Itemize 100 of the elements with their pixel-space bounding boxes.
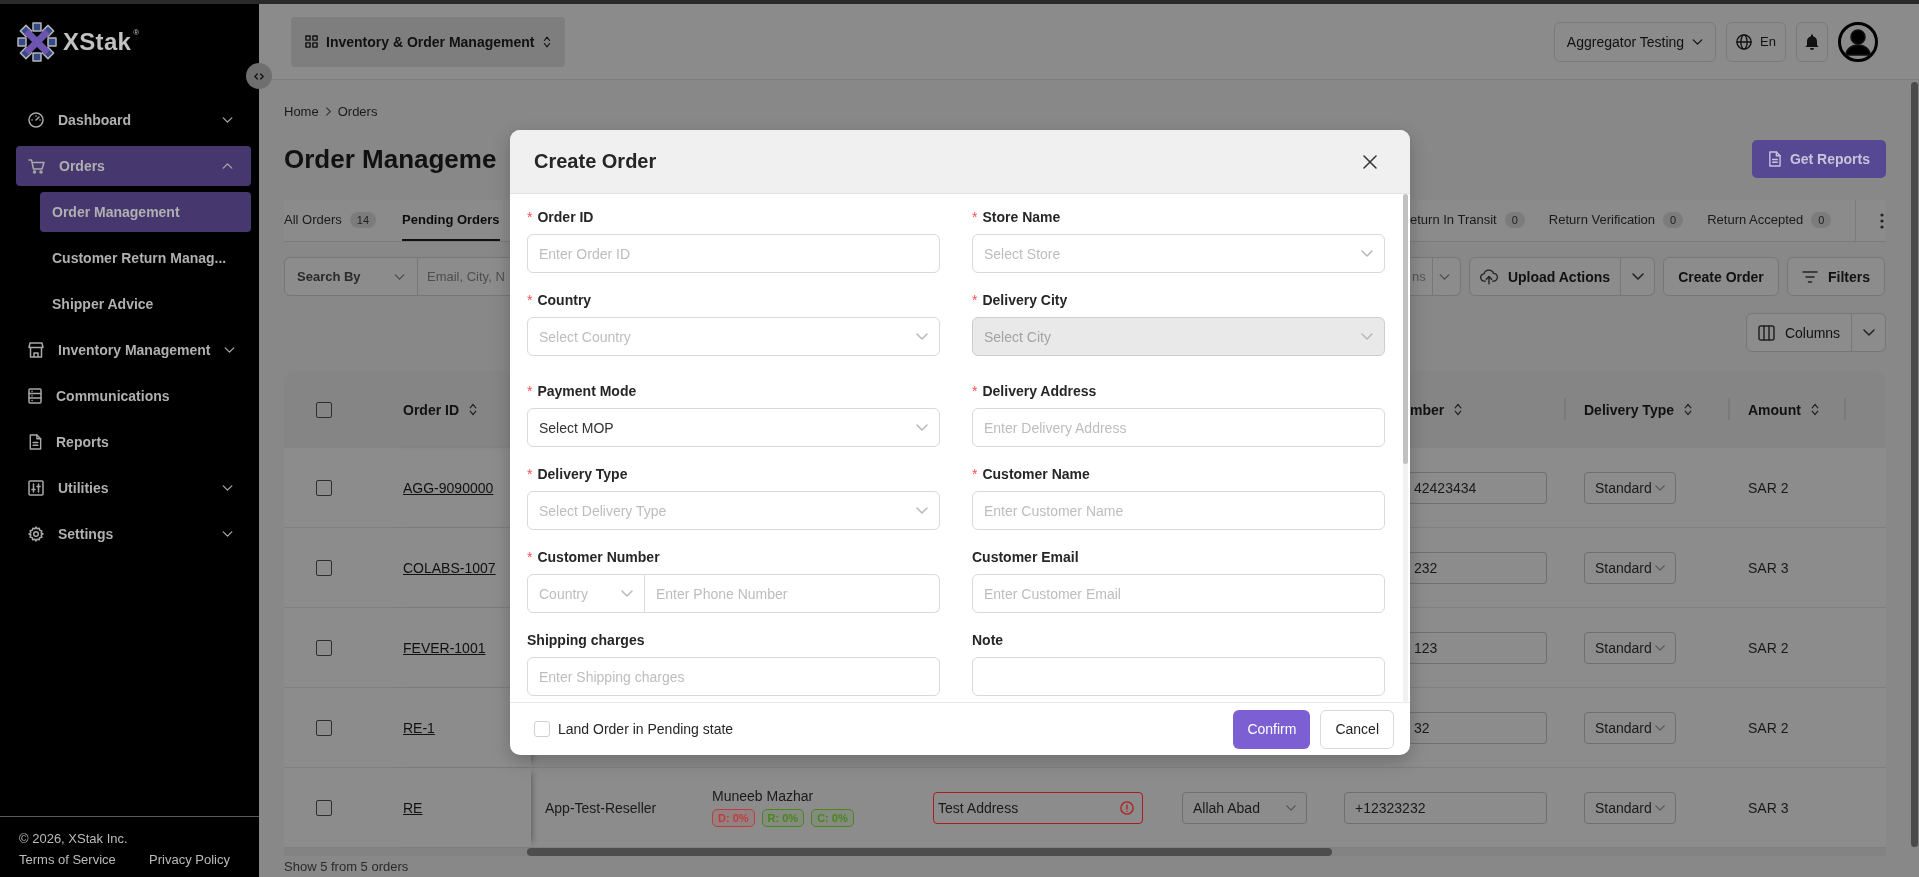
search-by-select[interactable]: Search By	[284, 257, 418, 296]
columns-icon	[1757, 324, 1775, 341]
trademark-symbol: ®	[133, 28, 140, 37]
sidebar-item[interactable]: Customer Return Manag...	[40, 238, 251, 278]
tab[interactable]: Pending Orders	[402, 200, 500, 241]
checkbox[interactable]	[316, 799, 332, 816]
count-badge: 0	[1504, 211, 1525, 228]
order-id-link[interactable]: AGG-9090000	[403, 479, 494, 496]
footer-link[interactable]: Privacy Policy	[149, 852, 230, 867]
language-button[interactable]: En	[1726, 21, 1786, 62]
checkbox[interactable]	[316, 639, 332, 656]
close-icon	[1363, 154, 1377, 169]
delivery-type-select[interactable]: Standard	[1584, 631, 1676, 664]
input-field[interactable]: Enter Customer Name	[972, 491, 1385, 530]
order-id-link[interactable]: RE	[403, 799, 423, 816]
notifications-button[interactable]	[1796, 21, 1828, 62]
phone-field[interactable]: 42423434	[1410, 471, 1547, 504]
sidebar-item[interactable]: Orders	[16, 146, 251, 186]
table-cell: SAR 3	[1748, 799, 1789, 816]
breadcrumb-link[interactable]: Home	[284, 103, 319, 119]
select-field[interactable]: Select MOP	[527, 408, 940, 447]
reports-button[interactable]: Get Reports	[1751, 140, 1886, 178]
confirm-button[interactable]: Confirm	[1233, 709, 1311, 749]
order-id-link[interactable]: FEVER-1001	[403, 639, 486, 656]
chevron-down-icon	[1361, 250, 1373, 257]
user-avatar-icon[interactable]	[1838, 21, 1878, 62]
field-label: Customer Number	[537, 549, 660, 565]
delivery-type-select[interactable]: Standard	[1584, 551, 1676, 584]
sidebar-item[interactable]: Dashboard	[16, 100, 251, 140]
checkbox[interactable]	[316, 479, 332, 496]
order-id-link[interactable]: COLABS-1007	[403, 559, 496, 576]
list-icon	[28, 388, 42, 404]
chevron-right-icon	[325, 106, 331, 116]
city-select[interactable]: Allah Abad	[1182, 791, 1307, 824]
checkbox[interactable]	[316, 401, 332, 418]
search-field[interactable]: Email, City, N	[418, 257, 510, 296]
required-asterisk: *	[527, 549, 533, 565]
create-order-button[interactable]: Create Order	[1663, 257, 1779, 296]
order-id-link[interactable]: RE-1	[403, 719, 435, 736]
up-down-chevron-icon	[542, 35, 551, 48]
chevron-down-icon	[916, 333, 928, 340]
scrollbar-thumb[interactable]	[527, 848, 1332, 856]
modal-title: Create Order	[534, 150, 657, 173]
phone-field[interactable]: 32	[1410, 711, 1547, 744]
sliders-icon	[28, 480, 44, 496]
sidebar-item[interactable]: Settings	[16, 514, 251, 554]
column-header[interactable]: mber	[1410, 401, 1463, 418]
delivery-type-select[interactable]: Standard	[1584, 711, 1676, 744]
input-field[interactable]: Enter Customer Email	[972, 574, 1385, 613]
phone-field[interactable]: 232	[1410, 551, 1547, 584]
column-header[interactable]: Amount	[1748, 401, 1819, 418]
sidebar-item[interactable]: Communications	[16, 376, 251, 416]
address-field[interactable]: Test Address	[933, 791, 1143, 824]
chevron-down-icon	[1692, 38, 1704, 45]
filters-button[interactable]: Filters	[1787, 257, 1885, 296]
dropdown-toggle-button[interactable]	[1852, 313, 1886, 352]
input-field[interactable]: Enter Phone Number	[645, 574, 940, 613]
sidebar-item[interactable]: Shipper Advice	[40, 284, 251, 324]
tab[interactable]: Return Verification 0	[1548, 200, 1684, 241]
phone-field[interactable]: 123	[1410, 631, 1547, 664]
filter-icon	[1802, 270, 1818, 283]
scrollbar-thumb[interactable]	[1403, 194, 1408, 464]
more-menu-icon[interactable]	[1880, 212, 1885, 229]
column-header[interactable]: Order ID	[403, 401, 477, 418]
tab[interactable]: eturn In Transit 0	[1410, 200, 1525, 241]
dropdown-toggle-button[interactable]	[1621, 257, 1655, 296]
sidebar-item[interactable]: Utilities	[16, 468, 251, 508]
chevron-down-icon	[1286, 804, 1296, 811]
input-field[interactable]: Enter Order ID	[527, 234, 940, 273]
account-dropdown[interactable]: Aggregator Testing	[1553, 21, 1717, 62]
error-icon	[1120, 800, 1134, 815]
chevron-down-icon	[1631, 273, 1644, 280]
checkbox[interactable]	[316, 719, 332, 736]
required-asterisk: *	[972, 383, 978, 399]
columns-button[interactable]: Columns	[1746, 313, 1852, 352]
tab[interactable]: Return Accepted 0	[1707, 200, 1832, 241]
field-label: Delivery City	[982, 292, 1068, 308]
chevron-down-icon	[1655, 564, 1665, 571]
input-field[interactable]: Enter Shipping charges	[527, 657, 940, 696]
sidebar-item[interactable]: Reports	[16, 422, 251, 462]
scrollbar-thumb[interactable]	[1911, 82, 1918, 847]
textarea-field[interactable]	[972, 657, 1385, 696]
input-field[interactable]: Enter Delivery Address	[972, 408, 1385, 447]
sort-icon	[1810, 403, 1819, 416]
upload-actions-button[interactable]: Upload Actions	[1469, 257, 1621, 296]
sidebar-item[interactable]: Order Management	[40, 192, 251, 232]
sidebar-item[interactable]: Inventory Management	[16, 330, 251, 370]
cancel-button[interactable]: Cancel	[1320, 709, 1394, 749]
checkbox[interactable]	[316, 559, 332, 576]
cart-icon	[28, 158, 45, 174]
tab[interactable]: All Orders 14	[284, 200, 377, 241]
column-header[interactable]: Delivery Type	[1584, 401, 1692, 418]
required-asterisk: *	[527, 292, 533, 308]
phone-field[interactable]: +12323232	[1344, 791, 1547, 824]
footer-link[interactable]: Terms of Service	[19, 852, 116, 867]
chevron-down-icon	[916, 424, 928, 431]
chevron-down-icon	[1655, 724, 1665, 731]
delivery-type-select[interactable]: Standard	[1584, 471, 1676, 504]
app-switcher-button[interactable]: Inventory & Order Management	[291, 16, 565, 67]
delivery-type-select[interactable]: Standard	[1584, 791, 1676, 824]
